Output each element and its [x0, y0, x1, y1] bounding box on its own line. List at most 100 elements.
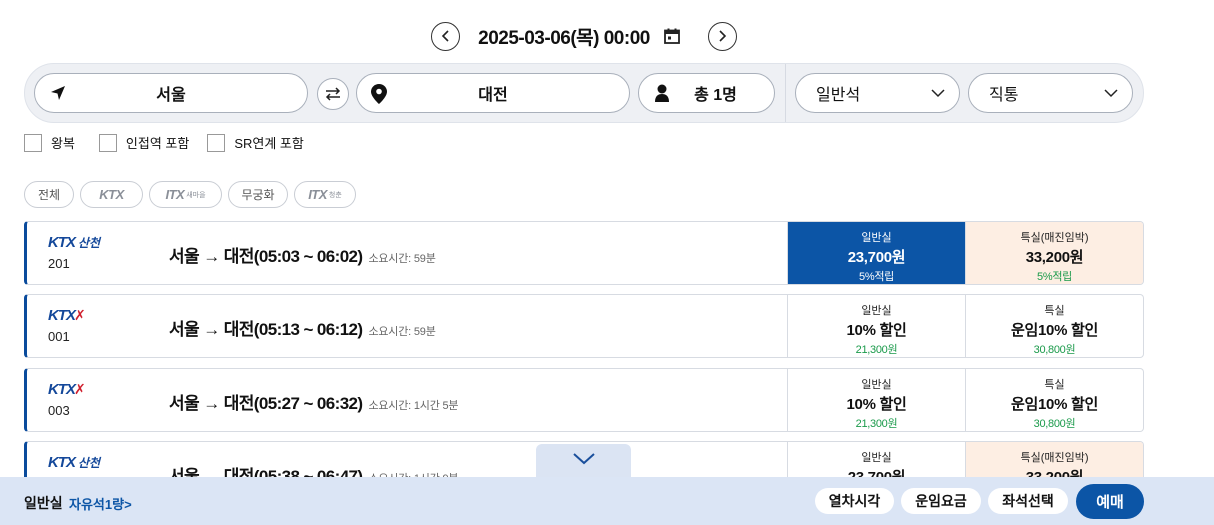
seat-label: 특실 — [1044, 379, 1065, 391]
train-row[interactable]: KTX 산천 201 서울 → 대전(05:03 ~ 06:02) 소요시간: 5… — [24, 221, 1144, 285]
calendar-icon[interactable] — [663, 28, 680, 44]
destination-value: 대전 — [478, 87, 508, 104]
navigation-arrow-icon — [49, 84, 67, 102]
seat-price: 30,800원 — [1033, 418, 1076, 430]
duration: 소요시간: 1시간 5분 — [368, 400, 459, 412]
seat-label: 특실(매진임박) — [1020, 232, 1089, 244]
seat-sub: 5%적립 — [1037, 271, 1072, 283]
checkbox-label: SR연계 포함 — [234, 136, 304, 151]
seat-price: 23,700원 — [847, 249, 906, 266]
seat-sub: 5%적립 — [859, 271, 894, 283]
special-seat-option[interactable]: 특실(매진임박) 33,200원 5%적립 — [965, 222, 1143, 284]
seat-price: 30,800원 — [1033, 344, 1076, 356]
person-icon — [655, 84, 669, 102]
itx-cheongchun-sublabel: 청춘 — [328, 191, 342, 199]
chevron-down-icon — [931, 86, 945, 105]
destination-field[interactable]: 대전 — [356, 73, 630, 113]
itx-cheongchun-logo: ITX — [308, 187, 327, 202]
nearby-station-checkbox[interactable]: 인접역 포함 — [98, 133, 190, 152]
train-row[interactable]: KTX ✗ 001 서울 → 대전(05:13 ~ 06:12) 소요시간: 59… — [24, 294, 1144, 358]
general-seat-option[interactable]: 일반실 23,700원 5%적립 — [787, 222, 965, 284]
seat-select-button[interactable]: 좌석선택 — [988, 488, 1068, 514]
train-route: 서울 → 대전(05:13 ~ 06:12) 소요시간: 59분 — [169, 315, 436, 340]
swap-icon — [325, 87, 341, 101]
ktx-logo: KTX — [48, 307, 76, 324]
route-text: 서울 → 대전(05:13 ~ 06:12) — [169, 320, 363, 339]
seat-label: 특실(매진임박) — [1020, 452, 1089, 464]
train-brand: KTX ✗ — [48, 307, 86, 324]
book-button[interactable]: 예매 — [1076, 484, 1144, 519]
prev-date-button[interactable] — [431, 21, 461, 51]
seat-label: 일반실 — [861, 232, 892, 244]
train-subtype: 산천 — [78, 456, 101, 470]
seat-discount: 운임10% 할인 — [1011, 322, 1098, 339]
train-brand: KTX 산천 — [48, 454, 100, 471]
duration: 소요시간: 59분 — [368, 326, 436, 338]
train-route: 서울 → 대전(05:03 ~ 06:02) 소요시간: 59분 — [169, 242, 436, 267]
checkbox-box[interactable] — [207, 133, 226, 152]
bottom-bar: 일반실 자유석1량> 열차시각 운임요금 좌석선택 예매 — [0, 477, 1214, 525]
filter-itx-cheongchun[interactable]: ITX 청춘 — [294, 181, 356, 208]
seat-price: 21,300원 — [855, 344, 898, 356]
train-number: 201 — [48, 256, 70, 271]
swap-stations-button[interactable] — [317, 78, 349, 110]
train-number: 003 — [48, 403, 70, 418]
special-seat-option[interactable]: 특실 운임10% 할인 30,800원 — [965, 369, 1143, 431]
search-bar: 서울 대전 총 1명 일반석 직통 — [24, 63, 1144, 123]
location-pin-icon — [371, 84, 387, 104]
free-seat-link[interactable]: 자유석1량> — [69, 494, 132, 513]
round-trip-checkbox[interactable]: 왕복 — [24, 133, 75, 152]
seat-label: 특실 — [1044, 305, 1065, 317]
checkbox-label: 인접역 포함 — [125, 136, 190, 151]
itx-saemaeul-sublabel: 새마을 — [186, 191, 206, 199]
ktx-logo: KTX — [48, 454, 76, 471]
seat-price: 21,300원 — [855, 418, 898, 430]
origin-value: 서울 — [156, 87, 186, 104]
filter-all[interactable]: 전체 — [24, 181, 74, 208]
chevron-down-icon — [1104, 86, 1118, 105]
ktx-swoosh-icon: ✗ — [74, 381, 86, 397]
checkbox-label: 왕복 — [51, 136, 75, 151]
search-options: 왕복 인접역 포함 SR연계 포함 — [24, 133, 322, 152]
origin-field[interactable]: 서울 — [34, 73, 308, 113]
seat-label: 일반실 — [861, 379, 892, 391]
ktx-logo: KTX — [48, 381, 76, 398]
fare-button[interactable]: 운임요금 — [901, 488, 981, 514]
general-seat-option[interactable]: 일반실 10% 할인 21,300원 — [787, 369, 965, 431]
filter-itx-saemaeul[interactable]: ITX 새마을 — [149, 181, 222, 208]
special-seat-option[interactable]: 특실 운임10% 할인 30,800원 — [965, 295, 1143, 357]
general-seat-option[interactable]: 일반실 10% 할인 21,300원 — [787, 295, 965, 357]
filter-label: 전체 — [37, 188, 61, 202]
seat-class-select[interactable]: 일반석 — [795, 73, 960, 113]
filter-label: 무궁화 — [241, 188, 275, 202]
seat-price: 33,200원 — [1025, 249, 1084, 266]
sr-link-checkbox[interactable]: SR연계 포함 — [207, 133, 304, 152]
checkbox-box[interactable] — [24, 133, 42, 152]
route-text: 서울 → 대전(05:03 ~ 06:02) — [169, 247, 363, 266]
timetable-button[interactable]: 열차시각 — [815, 488, 894, 514]
selected-class: 일반실 — [24, 495, 63, 511]
filter-ktx[interactable]: KTX — [80, 181, 143, 208]
passenger-field[interactable]: 총 1명 — [638, 73, 775, 113]
train-type-filters: 전체 KTX ITX 새마을 무궁화 ITX 청춘 — [24, 181, 356, 208]
seat-label: 일반실 — [861, 305, 892, 317]
duration: 소요시간: 59분 — [368, 253, 436, 265]
seat-discount: 10% 할인 — [846, 396, 907, 413]
filter-mugunghwa[interactable]: 무궁화 — [228, 181, 288, 208]
route-type-select[interactable]: 직통 — [968, 73, 1133, 113]
train-subtype: 산천 — [78, 236, 101, 250]
seat-discount: 운임10% 할인 — [1011, 396, 1098, 413]
chevron-down-icon — [572, 453, 595, 465]
seat-label: 일반실 — [861, 452, 892, 464]
train-number: 001 — [48, 329, 70, 344]
checkbox-box[interactable] — [98, 133, 117, 152]
divider — [785, 64, 786, 122]
ktx-logo: KTX — [48, 234, 76, 251]
next-date-button[interactable] — [707, 21, 737, 51]
scroll-down-button[interactable] — [536, 444, 631, 478]
route-text: 서울 → 대전(05:27 ~ 06:32) — [169, 394, 363, 413]
chevron-left-icon — [441, 30, 449, 42]
date-text[interactable]: 2025-03-06(목) 00:00 — [478, 23, 650, 50]
train-row[interactable]: KTX ✗ 003 서울 → 대전(05:27 ~ 06:32) 소요시간: 1시… — [24, 368, 1144, 432]
train-brand: KTX ✗ — [48, 381, 86, 398]
